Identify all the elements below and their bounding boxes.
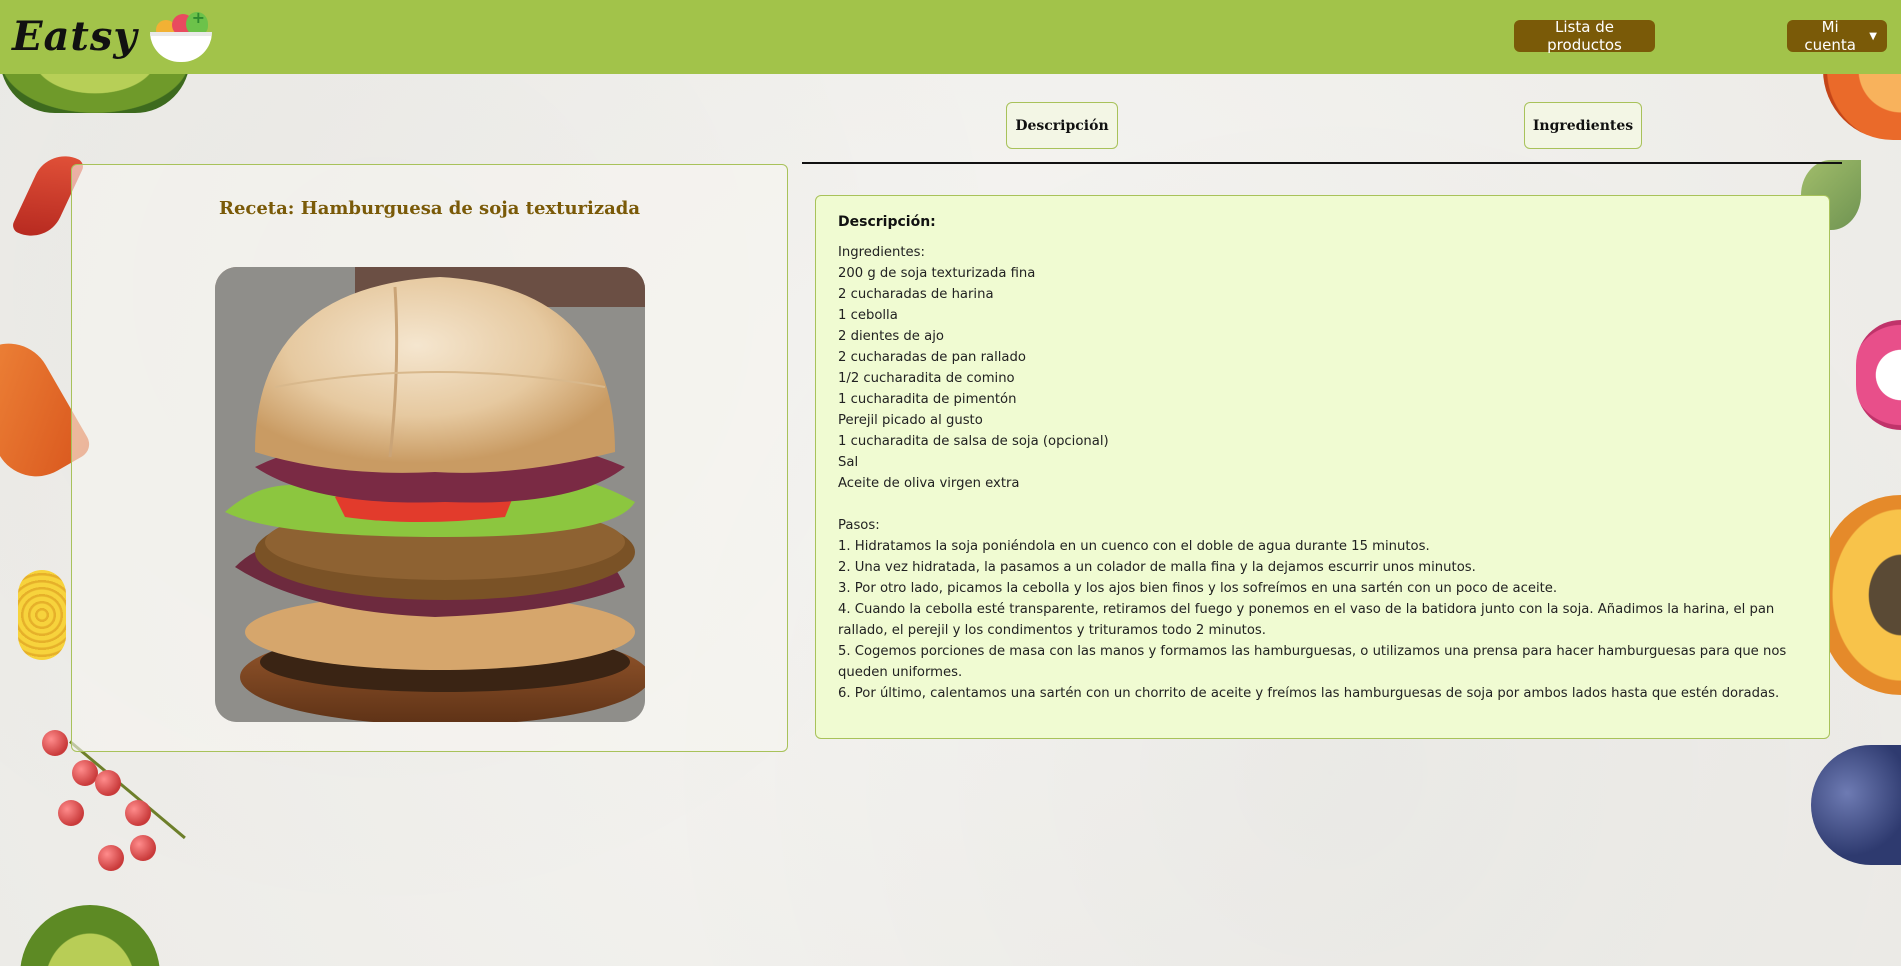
ingredient-item: 2 cucharadas de pan rallado [838, 350, 1026, 365]
caret-down-icon: ▼ [1869, 30, 1877, 42]
burger-illustration [215, 267, 645, 722]
brand-name: Eatsy [12, 12, 138, 60]
steps-heading: Pasos: [838, 518, 880, 533]
description-panel: Descripción: Ingredientes: 200 g de soja… [815, 195, 1830, 739]
recipe-card: Receta: Hamburguesa de soja texturizada [71, 164, 788, 752]
berry-decoration [98, 845, 124, 871]
ingredient-item: 2 cucharadas de harina [838, 287, 994, 302]
berry-decoration [125, 800, 151, 826]
tab-ingredients[interactable]: Ingredientes [1524, 102, 1642, 149]
berry-decoration [130, 835, 156, 861]
ingredient-item: Aceite de oliva virgen extra [838, 476, 1020, 491]
ingredient-item: Perejil picado al gusto [838, 413, 983, 428]
account-dropdown-button[interactable]: Mi cuenta ▼ [1787, 18, 1887, 54]
tab-description[interactable]: Descripción [1006, 102, 1118, 149]
step-item: 6. Por último, calentamos una sartén con… [838, 686, 1780, 701]
step-item: 4. Cuando la cebolla esté transparente, … [838, 602, 1775, 638]
burger-photo [215, 267, 645, 722]
ingredient-item: Sal [838, 455, 859, 470]
corn-decoration [18, 570, 66, 660]
ingredients-heading: Ingredientes: [838, 245, 925, 260]
berry-decoration [58, 800, 84, 826]
step-item: 5. Cogemos porciones de masa con las man… [838, 644, 1787, 680]
top-navbar: Eatsy + Lista de productos Mi cuenta ▼ [0, 0, 1901, 74]
step-item: 3. Por otro lado, picamos la cebolla y l… [838, 581, 1558, 596]
ingredient-item: 1 cucharadita de salsa de soja (opcional… [838, 434, 1109, 449]
step-item: 1. Hidratamos la soja poniéndola en un c… [838, 539, 1430, 554]
recipe-title: Receta: Hamburguesa de soja texturizada [218, 198, 640, 219]
tabs-divider [802, 162, 1842, 164]
ingredient-item: 1 cucharadita de pimentón [838, 392, 1017, 407]
account-label: Mi cuenta [1804, 18, 1856, 54]
berry-decoration [42, 730, 68, 756]
description-heading: Descripción: [838, 214, 936, 230]
product-list-button[interactable]: Lista de productos [1514, 18, 1655, 54]
ingredient-item: 200 g de soja texturizada fina [838, 266, 1036, 281]
ingredient-item: 2 dientes de ajo [838, 329, 944, 344]
salad-bowl-icon: + [146, 8, 216, 64]
ingredient-item: 1 cebolla [838, 308, 898, 323]
step-item: 2. Una vez hidratada, la pasamos a un co… [838, 560, 1476, 575]
ingredient-item: 1/2 cucharadita de comino [838, 371, 1015, 386]
berry-decoration [95, 770, 121, 796]
recipe-text: Ingredientes: 200 g de soja texturizada … [838, 242, 1807, 704]
brand-logo[interactable]: Eatsy + [12, 8, 216, 64]
